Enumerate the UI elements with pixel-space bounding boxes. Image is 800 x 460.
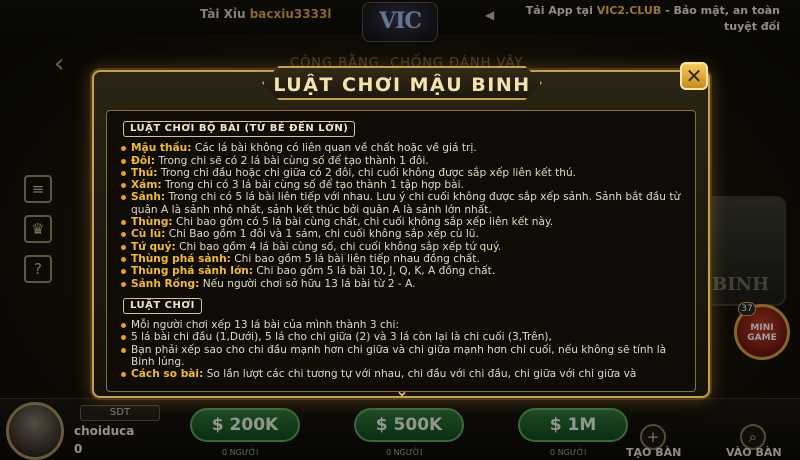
rule-term: Thùng phá sảnh:	[131, 252, 231, 265]
rule-term: Cù lũ:	[131, 228, 166, 241]
rule-item: Mỗi người chơi xếp 13 lá bài của mình th…	[117, 319, 689, 331]
rule-term: Cách so bài:	[131, 368, 204, 381]
rule-item: Mậu thầu: Các lá bài không có liên quan …	[117, 142, 689, 154]
rule-item: Cách so bài: So lần lượt các chi tương t…	[117, 368, 689, 380]
rule-item: Bạn phải xếp sao cho chi đầu mạnh hơn ch…	[117, 344, 689, 369]
game-rules-list: Mỗi người chơi xếp 13 lá bài của mình th…	[117, 319, 689, 380]
rule-text: Chi bao gồm 5 lá bài liên tiếp nhau đồng…	[234, 252, 480, 265]
rule-item: 5 lá bài chi đầu (1,Dưới), 5 lá cho chi …	[117, 331, 689, 343]
rule-text: Trong chi sẽ có 2 lá bài cùng số để tạo …	[158, 154, 429, 167]
rule-term: Thùng phá sảnh lớn:	[131, 265, 253, 278]
rules-scroll-area[interactable]: LUẬT CHƠI BỘ BÀI (TỪ BÉ ĐẾN LỚN) Mậu thầ…	[117, 119, 689, 385]
rule-term: Sảnh:	[131, 191, 166, 204]
rule-text: Trong chi có 3 lá bài cùng số để tạo thà…	[164, 179, 464, 192]
card-rank-rules-list: Mậu thầu: Các lá bài không có liên quan …	[117, 142, 689, 290]
rules-modal: LUẬT CHƠI MẬU BINH ✕ LUẬT CHƠI BỘ BÀI (T…	[92, 62, 710, 400]
rule-text: So lần lượt các chi tương tự với nhau, c…	[206, 368, 637, 381]
scroll-down-chevron-icon[interactable]: ⌄	[390, 383, 414, 400]
rule-term: Mậu thầu:	[131, 142, 192, 155]
rule-text: Chi Bao gồm 1 đôi và 1 sám, chi cuối khô…	[168, 228, 479, 241]
rule-item: Xám: Trong chi có 3 lá bài cùng số để tạ…	[117, 179, 689, 191]
rule-item: Sảnh Rồng: Nếu người chơi sở hữu 13 lá b…	[117, 278, 689, 290]
rule-term: Thú:	[131, 166, 158, 179]
rule-term: Thùng:	[131, 216, 173, 229]
rule-term: Sảnh Rồng:	[131, 277, 200, 290]
rule-item: Tứ quý: Chi bao gồm 4 lá bài cùng số, ch…	[117, 241, 689, 253]
close-button[interactable]: ✕	[680, 62, 708, 90]
rule-item: Thùng phá sảnh lớn: Chi bao gồm 5 lá bài…	[117, 265, 689, 277]
rule-item: Thú: Trong chi đầu hoặc chi giữa có 2 đô…	[117, 167, 689, 179]
rule-text: Trong chi có 5 lá bài liên tiếp với nhau…	[131, 191, 681, 216]
rule-item: Thùng phá sảnh: Chi bao gồm 5 lá bài liê…	[117, 253, 689, 265]
rule-text: Chi bao gồm có 5 lá bài cùng chất, chi c…	[176, 216, 554, 229]
rule-text: Chi bao gồm 5 lá bài 10, J, Q, K, A đồng…	[256, 265, 496, 278]
rule-item: Cù lũ: Chi Bao gồm 1 đôi và 1 sám, chi c…	[117, 228, 689, 240]
section-heading-card-ranks: LUẬT CHƠI BỘ BÀI (TỪ BÉ ĐẾN LỚN)	[123, 121, 356, 138]
rule-text: Trong chi đầu hoặc chi giữa có 2 đôi, ch…	[160, 166, 577, 179]
rule-text: Bạn phải xếp sao cho chi đầu mạnh hơn ch…	[131, 343, 667, 369]
rule-item: Sảnh: Trong chi có 5 lá bài liên tiếp vớ…	[117, 191, 689, 216]
rule-term: Đôi:	[131, 154, 156, 167]
rule-text: 5 lá bài chi đầu (1,Dưới), 5 lá cho chi …	[131, 331, 552, 344]
rule-term: Tứ quý:	[131, 240, 176, 253]
rule-text: Mỗi người chơi xếp 13 lá bài của mình th…	[131, 319, 400, 332]
section-heading-game-rules: LUẬT CHƠI	[123, 297, 202, 315]
rule-item: Thùng: Chi bao gồm có 5 lá bài cùng chất…	[117, 216, 689, 228]
rule-text: Chi bao gồm 4 lá bài cùng số, chi cuối k…	[179, 240, 502, 253]
modal-title: LUẬT CHƠI MẬU BINH	[273, 74, 531, 96]
rule-item: Đôi: Trong chi sẽ có 2 lá bài cùng số để…	[117, 155, 689, 167]
rule-term: Xám:	[131, 179, 162, 192]
rules-content-panel: LUẬT CHƠI BỘ BÀI (TỪ BÉ ĐẾN LỚN) Mậu thầ…	[106, 110, 696, 392]
rule-text: Các lá bài không có liên quan về chất ho…	[194, 142, 477, 155]
rule-text: Nếu người chơi sở hữu 13 lá bài từ 2 - A…	[202, 277, 416, 290]
